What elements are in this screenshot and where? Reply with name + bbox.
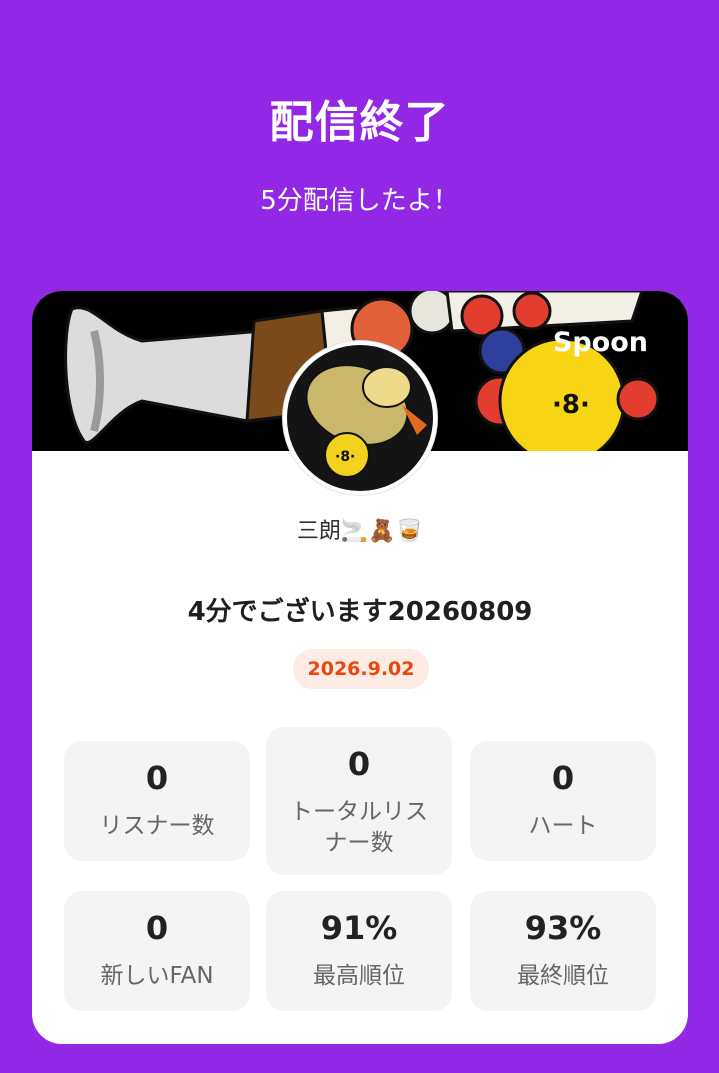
stat-final-rank: 93% 最終順位 [470,891,656,1011]
svg-text:·8·: ·8· [552,390,590,420]
stat-listeners: 0 リスナー数 [64,741,250,861]
stat-value: 0 [145,909,169,947]
stat-total-listeners: 0 トータルリス ナー数 [266,727,452,875]
avatar-image: ·8· [305,364,427,478]
stat-value: 0 [347,745,371,783]
stat-label: 最終順位 [517,963,609,989]
stat-value: 91% [320,909,398,947]
stat-new-fans: 0 新しいFAN [64,891,250,1011]
stat-label: トータルリス ナー数 [290,799,428,856]
stat-highest-rank: 91% 最高順位 [266,891,452,1011]
live-title: 4分でございます20260809 [187,597,533,627]
stat-label: 最高順位 [313,963,405,989]
username: 三朗🚬🧸🥃 [296,519,424,544]
date-badge: 2026.9.02 [293,649,429,689]
stat-label: リスナー数 [99,813,215,839]
avatar[interactable]: ·8· [283,341,437,495]
stat-value: 0 [145,759,169,797]
stat-value: 0 [551,759,575,797]
stat-value: 93% [524,909,602,947]
stat-label: 新しいFAN [100,963,214,989]
stat-label: ハート [528,813,598,839]
brand-logo: Spoon [552,327,648,358]
page-title: 配信終了 [269,97,450,148]
page-subtitle: 5分配信したよ！ [260,186,459,216]
stat-hearts: 0 ハート [470,741,656,861]
live-summary-card: ·8· Spoon ·8· 三朗🚬🧸🥃 4分でございます20260809 202… [32,291,688,1044]
svg-text:·8·: ·8· [335,449,355,465]
